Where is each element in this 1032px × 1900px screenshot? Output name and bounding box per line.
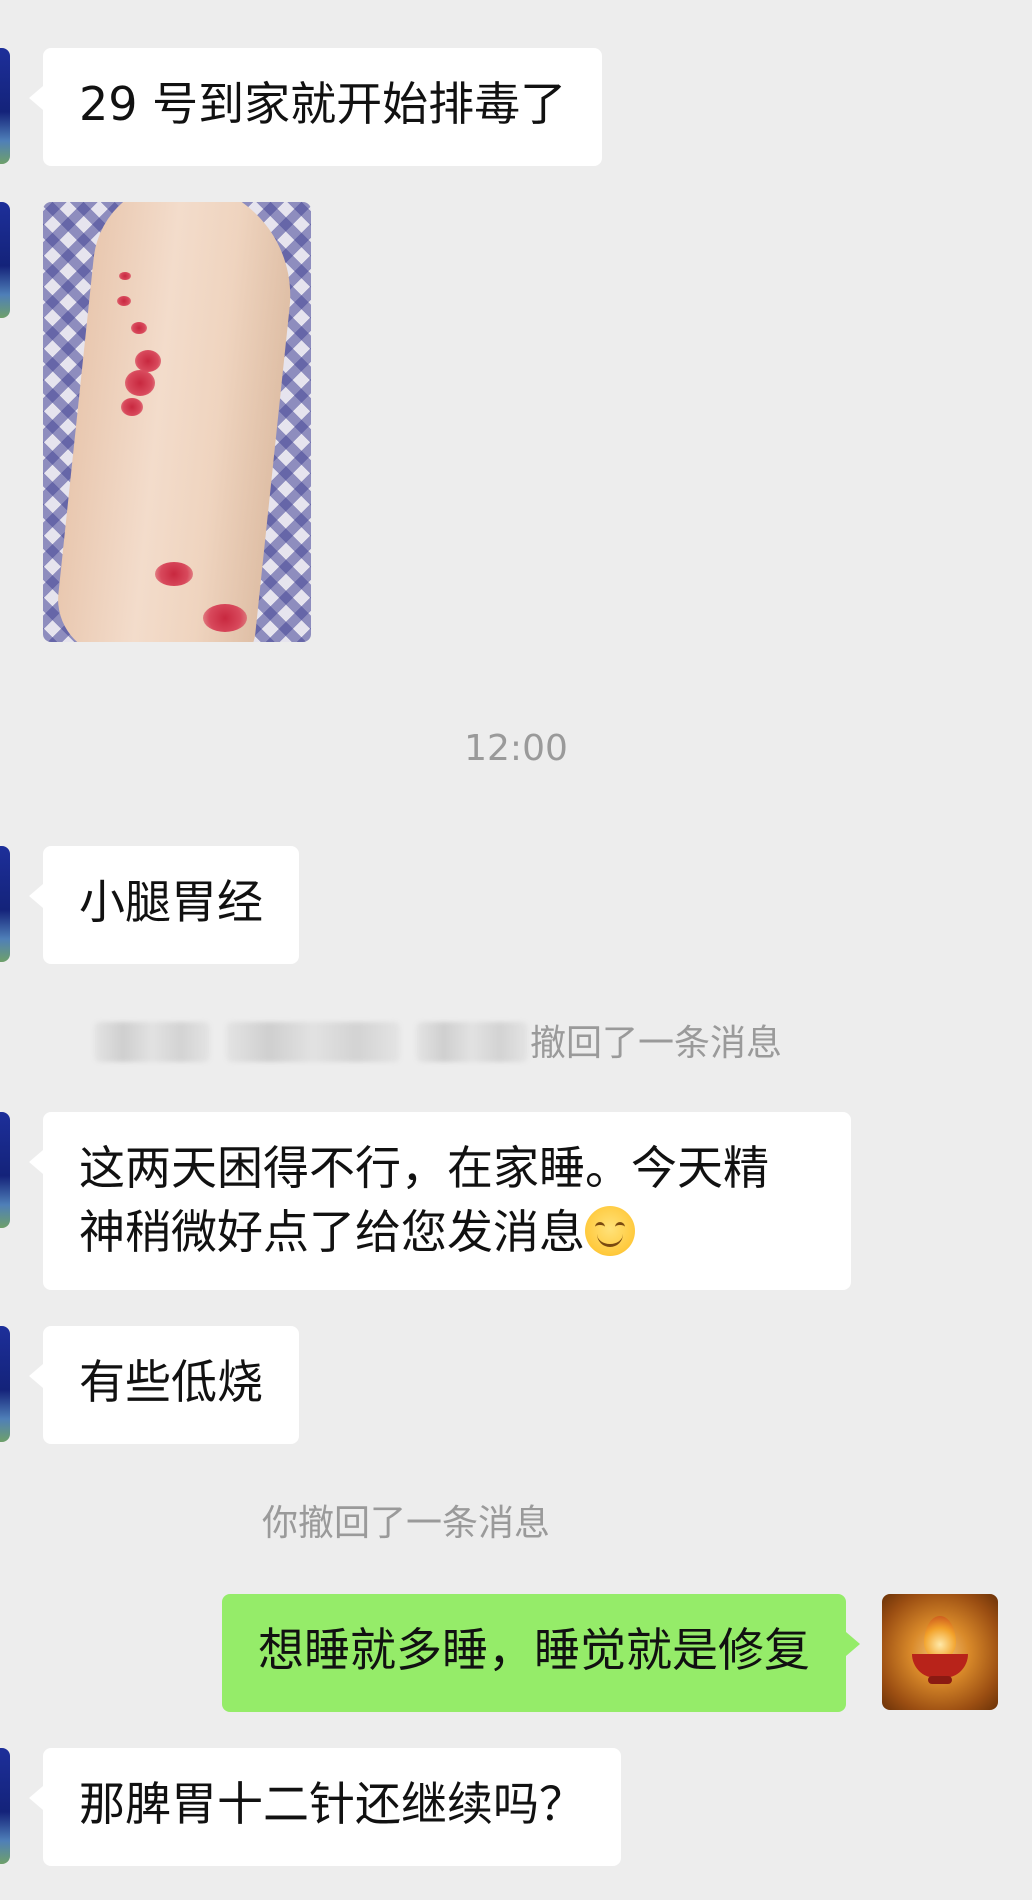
photo-spot	[117, 296, 131, 306]
smiling-face-icon	[585, 1206, 635, 1256]
message-bubble[interactable]: 29 号到家就开始排毒了	[28, 48, 603, 166]
message-text-line: 这两天困得不行，在家睡。今天精	[79, 1141, 769, 1195]
photo-spot	[135, 350, 161, 372]
contact-avatar[interactable]	[0, 1326, 10, 1442]
message-bubble[interactable]: 这两天困得不行，在家睡。今天精 神稍微好点了给您发消息	[29, 1112, 851, 1290]
photo-spot	[119, 272, 131, 280]
blurred-name	[416, 1022, 528, 1062]
message-text: 有些低烧	[79, 1355, 263, 1409]
photo-spot	[131, 322, 147, 334]
message-text-line: 神稍微好点了给您发消息	[79, 1200, 815, 1264]
user-avatar[interactable]	[882, 1594, 998, 1710]
contact-avatar[interactable]	[0, 1112, 10, 1228]
bowl-icon	[928, 1676, 952, 1684]
recall-notice: 撤回了一条消息	[0, 1010, 1032, 1070]
message-text: 神稍微好点了给您发消息	[79, 1205, 585, 1259]
photo-spot	[125, 370, 155, 396]
contact-avatar[interactable]	[0, 1748, 10, 1864]
contact-avatar[interactable]	[0, 48, 10, 164]
message-text: 想睡就多睡，睡觉就是修复	[258, 1623, 810, 1677]
message-bubble[interactable]: 那脾胃十二针还继续吗？	[29, 1748, 621, 1866]
lotus-icon	[912, 1654, 968, 1678]
photo-spot	[121, 398, 143, 416]
message-bubble[interactable]: 小腿胃经	[29, 846, 299, 964]
message-text: 那脾胃十二针还继续吗？	[79, 1777, 585, 1831]
timestamp: 12:00	[464, 728, 568, 769]
blurred-name	[226, 1022, 400, 1062]
photo-spot	[155, 562, 193, 586]
image-message[interactable]	[43, 202, 311, 642]
contact-avatar[interactable]	[0, 202, 10, 318]
message-text: 小腿胃经	[79, 875, 263, 929]
message-text: 29 号到家就开始排毒了	[79, 77, 567, 131]
sent-message-bubble[interactable]: 想睡就多睡，睡觉就是修复	[222, 1594, 860, 1712]
contact-avatar[interactable]	[0, 846, 10, 962]
recall-text: 撤回了一条消息	[530, 1023, 783, 1064]
blurred-name	[94, 1022, 210, 1062]
photo-spot	[203, 604, 247, 632]
chat-window: 29 号到家就开始排毒了 12:00 小腿胃经 撤回了一条消息 这两天困得不行，…	[0, 0, 1032, 1900]
message-bubble[interactable]: 有些低烧	[29, 1326, 299, 1444]
recall-self-notice: 你撤回了一条消息	[261, 1503, 550, 1544]
